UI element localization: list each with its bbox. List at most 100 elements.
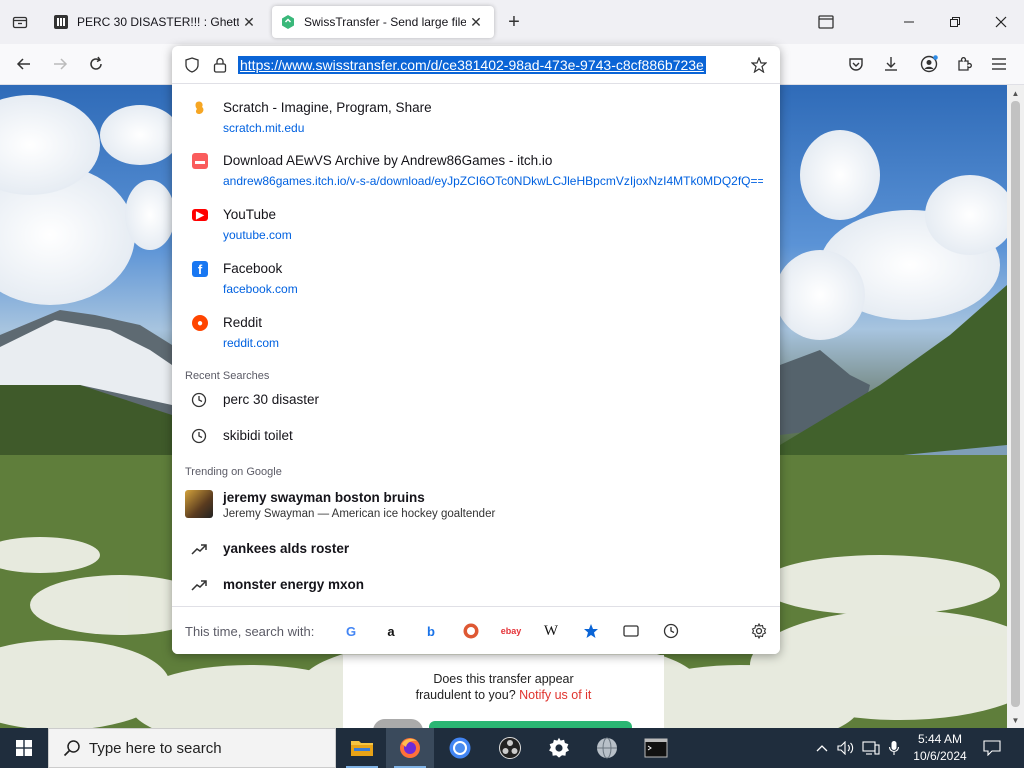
notifications-button[interactable]	[978, 728, 1006, 768]
minimize-button[interactable]	[886, 0, 932, 44]
forward-button[interactable]	[46, 50, 74, 78]
url-bar[interactable]: https://www.swisstransfer.com/d/ce381402…	[172, 46, 780, 84]
windows-logo-icon	[16, 740, 32, 756]
result-title: Facebook	[223, 261, 283, 276]
recent-search-text: perc 30 disaster	[223, 392, 320, 407]
shield-icon	[185, 57, 199, 73]
obs-icon	[499, 737, 521, 759]
reload-icon	[90, 56, 102, 70]
reload-button[interactable]	[82, 50, 110, 78]
tab-title: PERC 30 DISASTER!!! : Ghetto Sn	[77, 15, 239, 29]
history-icon[interactable]	[661, 621, 681, 641]
firefox-icon	[400, 738, 420, 758]
tab-perc-30[interactable]: PERC 30 DISASTER!!! : Ghetto Sn ✕	[45, 6, 267, 38]
back-button[interactable]	[10, 50, 38, 78]
terminal-taskbar-button[interactable]	[632, 728, 680, 768]
account-button[interactable]	[915, 50, 943, 78]
url-input[interactable]: https://www.swisstransfer.com/d/ce381402…	[238, 56, 706, 74]
search-with-label: This time, search with:	[185, 624, 315, 639]
result-title: Download AEwVS Archive by Andrew86Games …	[223, 153, 553, 168]
obs-taskbar-button[interactable]	[486, 728, 534, 768]
scroll-up-icon[interactable]: ▲	[1007, 85, 1024, 101]
result-url: youtube.com	[223, 228, 292, 242]
close-icon	[995, 16, 1007, 28]
page-scrollbar[interactable]: ▲ ▼	[1007, 85, 1024, 728]
tab-title: SwissTransfer - Send large files a	[304, 15, 466, 29]
bing-icon[interactable]: b	[421, 621, 441, 641]
show-hidden-icons-button[interactable]	[812, 728, 832, 768]
menu-button[interactable]	[985, 50, 1013, 78]
bookmark-star-button[interactable]	[749, 55, 769, 75]
notify-link[interactable]: Notify us of it	[519, 688, 591, 702]
recent-searches-heading: Recent Searches	[185, 370, 270, 382]
reddit-icon: ●	[192, 315, 208, 331]
close-window-button[interactable]	[978, 0, 1024, 44]
volume-button[interactable]	[835, 728, 857, 768]
wikipedia-icon[interactable]: W	[541, 621, 561, 641]
close-tab-icon[interactable]: ✕	[466, 12, 486, 32]
system-clock[interactable]: 5:44 AM 10/6/2024	[905, 731, 975, 765]
scrollbar-thumb[interactable]	[1011, 101, 1020, 707]
tracking-protection-button[interactable]	[182, 55, 202, 75]
gear-icon	[751, 623, 767, 639]
file-explorer-button[interactable]	[338, 728, 386, 768]
firefox-taskbar-button[interactable]	[386, 728, 434, 768]
windows-taskbar: Type here to search 5:44 AM 10/6/2024	[0, 728, 1024, 768]
trending-arrow-icon	[190, 576, 208, 594]
scroll-down-icon[interactable]: ▼	[1007, 712, 1024, 728]
folder-icon	[351, 741, 373, 756]
itchio-icon: ▬	[192, 153, 208, 169]
swisstransfer-icon	[282, 15, 294, 29]
clock-icon	[190, 427, 208, 445]
ebay-icon[interactable]: ebay	[501, 621, 522, 641]
network-button[interactable]	[860, 728, 882, 768]
start-button[interactable]	[0, 728, 48, 768]
tabs-icon[interactable]	[621, 621, 641, 641]
tab-swisstransfer[interactable]: SwissTransfer - Send large files a ✕	[272, 6, 494, 38]
trending-title: jeremy swayman boston bruins	[223, 490, 425, 505]
duckduckgo-icon[interactable]	[461, 621, 481, 641]
downloads-button[interactable]	[877, 50, 905, 78]
trending-subtitle: Jeremy Swayman — American ice hockey goa…	[223, 508, 496, 520]
amazon-icon[interactable]: a	[381, 621, 401, 641]
hamburger-menu-icon	[992, 58, 1006, 70]
fraud-question-line2: fraudulent to you? Notify us of it	[415, 688, 592, 702]
youtube-icon: ▶	[192, 209, 208, 221]
result-url: scratch.mit.edu	[223, 121, 305, 135]
download-button[interactable]	[429, 721, 632, 728]
search-engine-bar: This time, search with: G a b ebay W	[172, 606, 780, 654]
site-favicon-icon	[54, 15, 68, 29]
chevron-up-icon	[816, 745, 828, 752]
microphone-button[interactable]	[884, 728, 904, 768]
clock-icon	[190, 391, 208, 409]
chrome-taskbar-button[interactable]	[436, 728, 484, 768]
settings-taskbar-button[interactable]	[535, 728, 583, 768]
minimize-icon	[904, 21, 914, 23]
secondary-button[interactable]	[373, 719, 423, 728]
trending-arrow-icon	[190, 540, 208, 558]
chrome-icon	[449, 737, 471, 759]
search-settings-button[interactable]	[749, 621, 769, 641]
firefox-view-button[interactable]	[803, 0, 849, 44]
puzzle-icon	[958, 57, 972, 71]
site-info-button[interactable]	[210, 55, 230, 75]
bookmarks-icon[interactable]	[581, 621, 601, 641]
facebook-icon: f	[192, 261, 208, 277]
pocket-button[interactable]	[842, 50, 870, 78]
address-bar-dropdown: https://www.swisstransfer.com/d/ce381402…	[172, 46, 780, 654]
result-title: Reddit	[223, 315, 263, 330]
download-icon	[885, 57, 897, 71]
tab-list-button[interactable]	[0, 0, 40, 44]
restore-button[interactable]	[932, 0, 978, 44]
extensions-button[interactable]	[950, 50, 978, 78]
scratch-icon	[192, 100, 208, 116]
close-tab-icon[interactable]: ✕	[239, 12, 259, 32]
taskbar-search-box[interactable]: Type here to search	[48, 728, 336, 768]
new-tab-button[interactable]: +	[502, 10, 526, 34]
google-icon[interactable]: G	[341, 621, 361, 641]
star-outline-icon	[751, 57, 767, 73]
app-taskbar-button[interactable]	[583, 728, 631, 768]
network-icon	[862, 741, 880, 755]
globe-icon	[597, 737, 617, 759]
restore-icon	[950, 17, 960, 27]
